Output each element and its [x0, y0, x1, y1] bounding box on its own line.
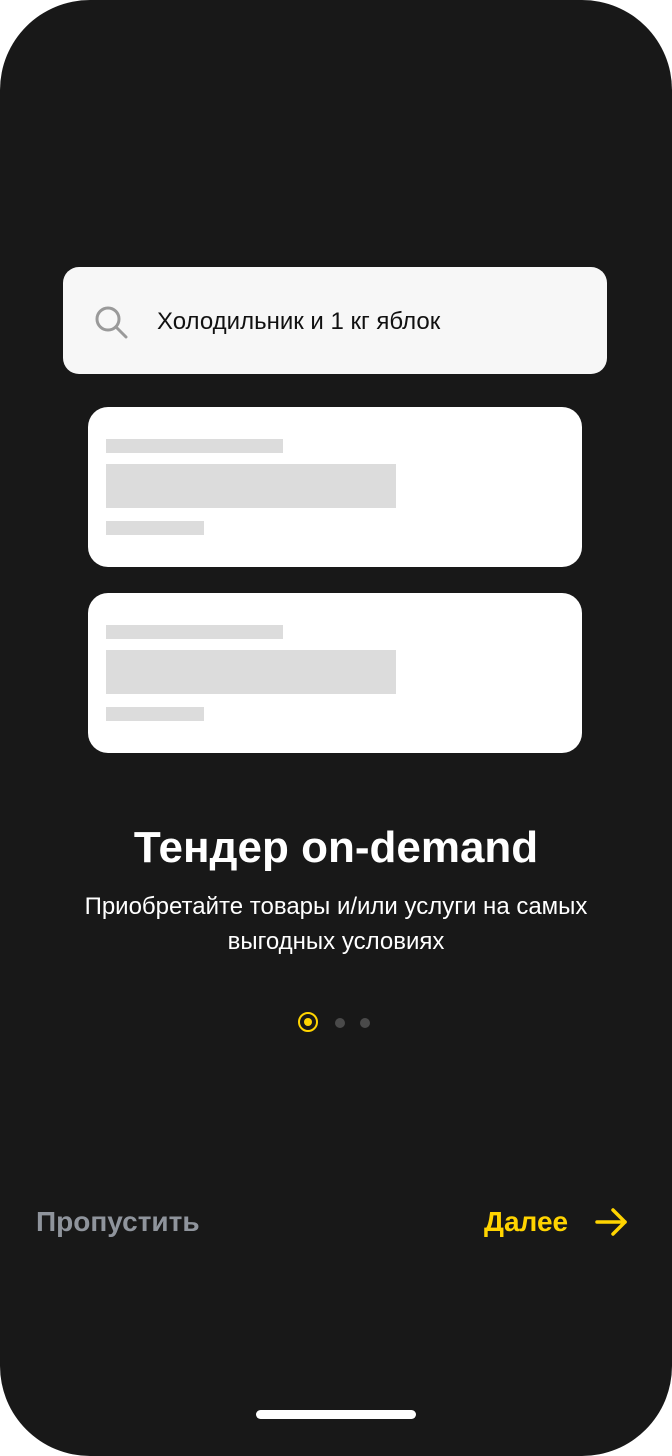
- next-button[interactable]: Далее: [484, 1202, 634, 1242]
- skip-button[interactable]: Пропустить: [36, 1204, 200, 1240]
- subtitle-line-2: выгодных условиях: [227, 928, 445, 955]
- onboarding-title: Тендер on-demand: [133, 823, 539, 872]
- subtitle-line-1: Приобретайте товары и/или услуги на самы…: [84, 893, 588, 920]
- arrow-right-icon: [595, 1208, 627, 1236]
- home-indicator[interactable]: [256, 1410, 416, 1419]
- page-indicator-dot-active[interactable]: [298, 1012, 318, 1032]
- onboarding-screen: Холодильник и 1 кг яблок Тендер on-deman…: [0, 0, 672, 1456]
- search-query-text: Холодильник и 1 кг яблок: [157, 308, 441, 335]
- result-card-placeholder: [88, 407, 582, 567]
- skeleton-line: [106, 625, 283, 639]
- skeleton-line: [106, 439, 283, 453]
- result-card-placeholder: [88, 593, 582, 753]
- skeleton-block: [106, 650, 396, 694]
- next-button-label: Далее: [484, 1206, 569, 1237]
- skeleton-block: [106, 464, 396, 508]
- page-indicator-dot[interactable]: [335, 1018, 345, 1028]
- skeleton-line: [106, 707, 204, 721]
- search-icon: [95, 306, 128, 339]
- skeleton-line: [106, 521, 204, 535]
- onboarding-subtitle: Приобретайте товары и/или услуги на самы…: [56, 889, 616, 959]
- page-indicator-dot[interactable]: [360, 1018, 370, 1028]
